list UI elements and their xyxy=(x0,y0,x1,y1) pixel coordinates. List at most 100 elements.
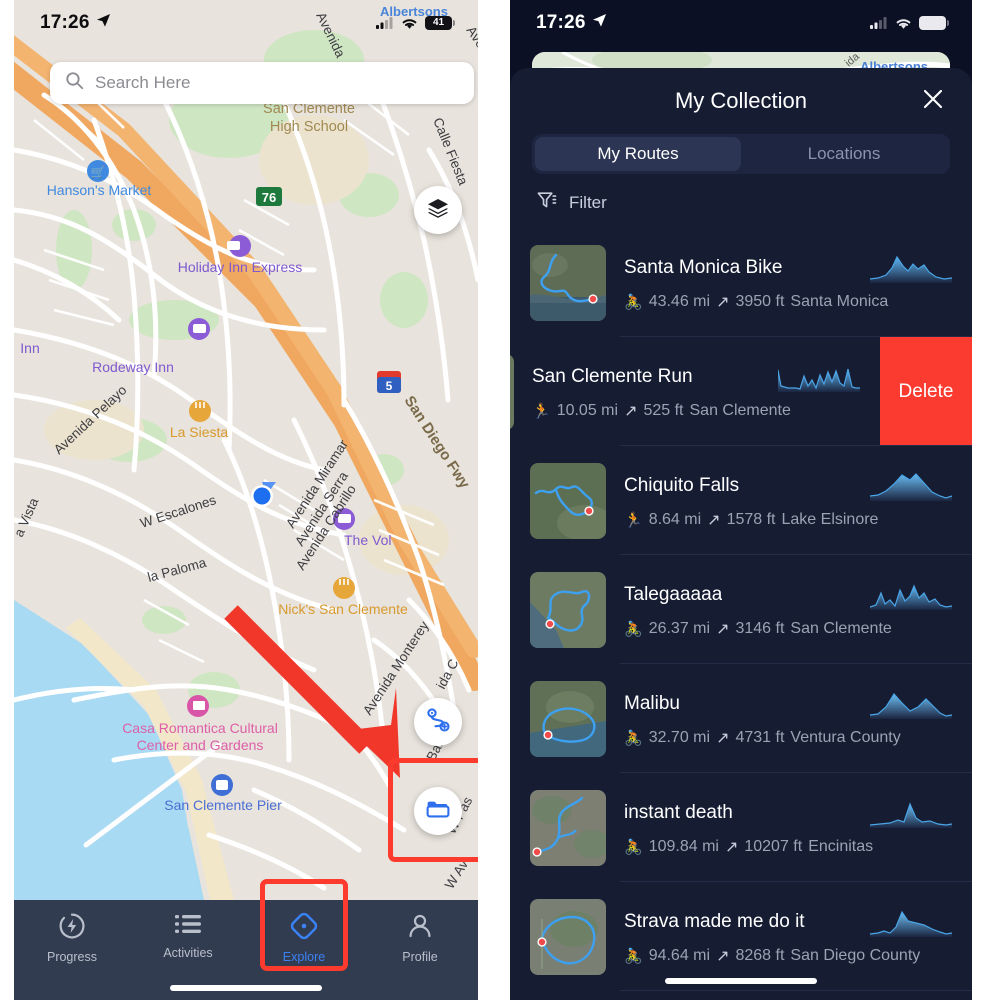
elevation-sparkline xyxy=(870,798,952,828)
wifi-icon xyxy=(401,17,418,30)
svg-text:Center and Gardens: Center and Gardens xyxy=(137,737,264,753)
create-route-button[interactable] xyxy=(414,698,462,746)
tab-locations[interactable]: Locations xyxy=(741,137,947,171)
route-name: Talegaaaaa xyxy=(624,584,723,605)
route-name: Santa Monica Bike xyxy=(624,257,783,278)
route-location: Ventura County xyxy=(790,729,901,746)
route-distance: 94.64 mi xyxy=(648,947,711,964)
route-thumbnail xyxy=(530,680,606,757)
routes-list[interactable]: Santa Monica Bike 🚴 43.46 mi ↗ 3950 ft S… xyxy=(510,228,972,991)
right-phone-collection-screen: Albertsons ida 17:26 My Collection My Ro… xyxy=(510,0,972,1000)
map-search-bar[interactable]: Search Here xyxy=(50,62,474,104)
route-stats: 🚴 43.46 mi ↗ 3950 ft Santa Monica xyxy=(624,292,952,312)
screenshot-root: 76 5 🛒 Albertsons San Clemente High Scho… xyxy=(0,0,1000,1000)
tab-label-progress: Progress xyxy=(46,950,98,964)
layers-icon xyxy=(426,196,450,225)
status-indicators xyxy=(870,16,949,30)
elevation-arrow-icon: ↗ xyxy=(716,730,730,747)
route-details: Strava made me do it 🚴 94.64 mi ↗ 8268 f… xyxy=(624,907,952,966)
route-location: Lake Elsinore xyxy=(781,511,879,528)
svg-text:Hanson's Market: Hanson's Market xyxy=(47,182,152,198)
tab-label-activities: Activities xyxy=(163,946,213,960)
battery-indicator: 41 xyxy=(425,16,455,30)
elevation-sparkline xyxy=(778,362,860,392)
svg-text:San Clemente Pier: San Clemente Pier xyxy=(164,797,282,813)
route-location: Encinitas xyxy=(808,838,874,855)
tab-label-profile: Profile xyxy=(402,950,438,964)
route-elevation: 1578 ft xyxy=(726,511,776,528)
route-location: San Diego County xyxy=(790,947,921,964)
bike-icon: 🚴 xyxy=(624,621,643,638)
svg-text:Inn: Inn xyxy=(20,340,39,356)
tab-progress[interactable]: Progress xyxy=(14,912,130,964)
route-elevation: 3146 ft xyxy=(735,620,785,637)
cellular-signal-icon xyxy=(376,17,394,29)
right-status-bar: 17:26 xyxy=(510,0,972,46)
route-thumbnail xyxy=(530,898,606,975)
battery-indicator xyxy=(919,16,949,30)
route-details: Talegaaaaa 🚴 26.37 mi ↗ 3146 ft San Clem… xyxy=(624,580,952,639)
route-distance: 10.05 mi xyxy=(556,402,619,419)
highlight-explore-tab xyxy=(260,879,348,971)
table-row[interactable]: instant death 🚴 109.84 mi ↗ 10207 ft Enc… xyxy=(510,773,972,882)
route-stats: 🚴 26.37 mi ↗ 3146 ft San Clemente xyxy=(624,619,952,639)
tab-activities[interactable]: Activities xyxy=(130,912,246,960)
run-icon: 🏃 xyxy=(532,403,551,420)
svg-text:The Vol: The Vol xyxy=(344,532,391,548)
route-stats: 🏃 8.64 mi ↗ 1578 ft Lake Elsinore xyxy=(624,510,952,530)
bottom-tab-bar: Progress Activities Explore Profile xyxy=(14,900,478,1000)
elevation-sparkline xyxy=(870,471,952,501)
run-icon: 🏃 xyxy=(624,512,643,529)
route-distance: 8.64 mi xyxy=(648,511,702,528)
search-input[interactable]: Search Here xyxy=(95,73,190,93)
table-row[interactable]: San Clemente Run 🏃 10.05 mi ↗ 525 ft San… xyxy=(510,337,972,446)
route-thumbnail xyxy=(530,789,606,866)
elevation-sparkline xyxy=(870,689,952,719)
route-details: Santa Monica Bike 🚴 43.46 mi ↗ 3950 ft S… xyxy=(624,253,952,312)
row-divider xyxy=(620,990,972,991)
bike-icon: 🚴 xyxy=(624,839,643,856)
table-row[interactable]: Strava made me do it 🚴 94.64 mi ↗ 8268 f… xyxy=(510,882,972,991)
route-distance: 32.70 mi xyxy=(648,729,711,746)
list-icon xyxy=(174,912,202,939)
status-time: 17:26 xyxy=(536,12,586,33)
route-stats: 🚴 32.70 mi ↗ 4731 ft Ventura County xyxy=(624,728,952,748)
delete-label: Delete xyxy=(898,380,954,402)
route-location: Santa Monica xyxy=(790,293,889,310)
route-details: Chiquito Falls 🏃 8.64 mi ↗ 1578 ft Lake … xyxy=(624,471,952,530)
elevation-arrow-icon: ↗ xyxy=(624,403,638,420)
filter-button[interactable]: Filter xyxy=(510,174,972,228)
table-row[interactable]: Chiquito Falls 🏃 8.64 mi ↗ 1578 ft Lake … xyxy=(510,446,972,555)
route-add-icon xyxy=(425,707,451,738)
swiped-row-content[interactable]: San Clemente Run 🏃 10.05 mi ↗ 525 ft San… xyxy=(510,337,880,446)
table-row[interactable]: Santa Monica Bike 🚴 43.46 mi ↗ 3950 ft S… xyxy=(510,228,972,337)
bike-icon: 🚴 xyxy=(624,294,643,311)
table-row[interactable]: Talegaaaaa 🚴 26.37 mi ↗ 3146 ft San Clem… xyxy=(510,555,972,664)
tab-profile[interactable]: Profile xyxy=(362,912,478,964)
svg-text:La Siesta: La Siesta xyxy=(170,424,229,440)
route-elevation: 4731 ft xyxy=(735,729,785,746)
elevation-arrow-icon: ↗ xyxy=(716,948,730,965)
bike-icon: 🚴 xyxy=(624,730,643,747)
route-details: Malibu 🚴 32.70 mi ↗ 4731 ft Ventura Coun… xyxy=(624,689,952,748)
left-phone-map-screen: 76 5 🛒 Albertsons San Clemente High Scho… xyxy=(14,0,478,1000)
tab-my-routes[interactable]: My Routes xyxy=(535,137,741,171)
close-button[interactable] xyxy=(918,86,948,116)
battery-level: 41 xyxy=(432,17,445,28)
elevation-sparkline xyxy=(870,580,952,610)
route-elevation: 3950 ft xyxy=(735,293,785,310)
sheet-header: My Collection xyxy=(510,68,972,134)
route-location: San Clemente xyxy=(790,620,892,637)
delete-button[interactable]: Delete xyxy=(880,337,972,446)
person-icon xyxy=(406,912,434,943)
map-layers-button[interactable] xyxy=(414,186,462,234)
elevation-arrow-icon: ↗ xyxy=(707,512,721,529)
location-arrow-icon xyxy=(592,12,607,34)
route-thumbnail xyxy=(530,571,606,648)
route-name: San Clemente Run xyxy=(532,366,693,387)
elevation-sparkline xyxy=(870,253,952,283)
route-stats: 🚴 94.64 mi ↗ 8268 ft San Diego County xyxy=(624,946,952,966)
svg-text:🛒: 🛒 xyxy=(91,165,106,179)
table-row[interactable]: Malibu 🚴 32.70 mi ↗ 4731 ft Ventura Coun… xyxy=(510,664,972,773)
route-thumbnail xyxy=(530,244,606,321)
